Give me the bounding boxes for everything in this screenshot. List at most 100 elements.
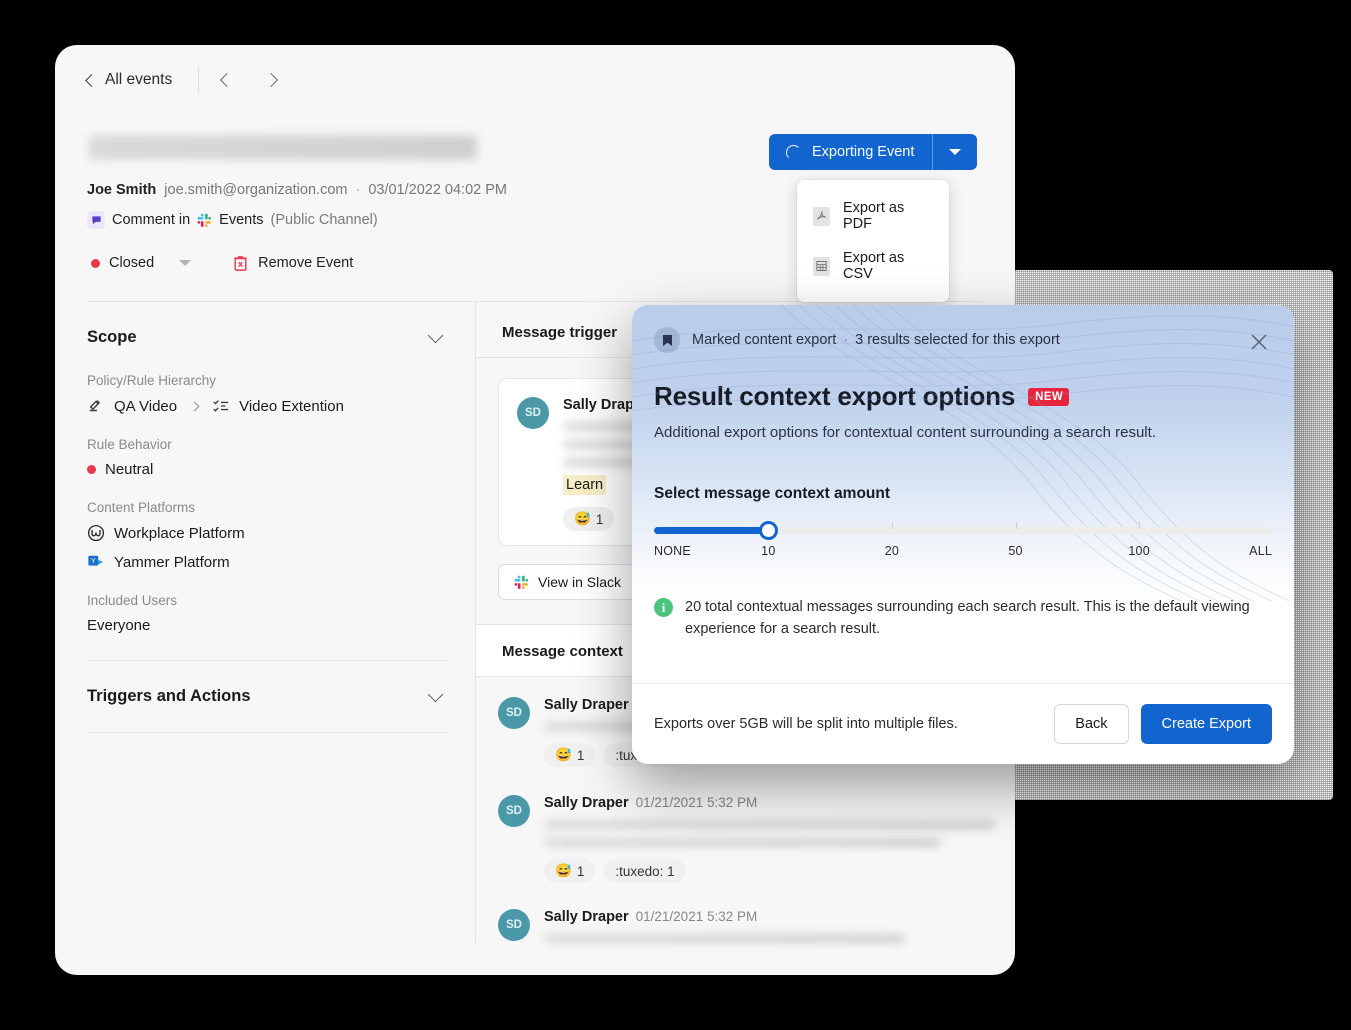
view-in-slack-label: View in Slack [538,574,622,590]
caret-down-icon [949,149,962,155]
avatar: SD [498,909,530,941]
exporting-event-label: Exporting Event [812,144,915,160]
message-author: Sally Draper 01/21/2021 5:32 PM [544,909,995,925]
reaction-count: 1 [595,511,604,527]
slider-thumb[interactable] [758,521,778,540]
info-icon: i [654,598,673,617]
close-icon[interactable] [1248,331,1270,353]
slider-tick [891,522,893,529]
content-platforms-label: Content Platforms [87,500,196,515]
reaction-chip[interactable]: 😅 1 [544,859,596,883]
rule-behavior-dot-icon [87,465,96,474]
eyebrow-label: Marked content export [692,332,837,348]
reaction-chip[interactable]: 😅 1 [544,743,596,767]
chevron-down-icon [179,260,192,266]
rule-behavior-label: Rule Behavior [87,437,172,452]
platform-yammer: Y Yammer Platform [87,553,447,571]
eyebrow-count: 3 results selected for this export [855,332,1060,348]
workplace-icon [87,524,105,542]
triggers-divider [87,732,447,733]
context-info-text: 20 total contextual messages surrounding… [685,599,1250,637]
modal-eyebrow: Marked content export · 3 results selected… [632,305,1294,353]
reaction-count: 1 [576,747,585,763]
author-name: Sally Draper [544,909,629,925]
back-to-all-events-link[interactable]: All events [85,71,173,89]
message-body-redacted [544,934,905,943]
topbar: All events [55,45,1015,101]
context-amount-slider[interactable]: NONE 10 20 50 100 ALL [654,521,1272,560]
menu-item-export-csv[interactable]: Export as CSV [797,241,949,291]
author-email: joe.smith@organization.com [164,182,348,198]
message-body-redacted [544,820,995,829]
view-in-slack-button[interactable]: View in Slack [498,564,638,600]
reaction-chip[interactable]: :tuxedo: 1 [604,859,686,883]
prev-record-button[interactable] [219,72,235,88]
policy-parent[interactable]: QA Video [114,398,177,415]
avatar: SD [517,397,549,429]
scope-section-header[interactable]: Scope [87,302,447,351]
rule-behavior-text: Neutral [105,461,154,478]
platform-workplace: Workplace Platform [87,524,447,542]
slider-tick-label: ALL [1249,544,1272,558]
slider-tick [1015,522,1017,529]
policy-icon [87,397,105,415]
slider-track[interactable] [654,521,1272,540]
message-author: Sally Draper 01/21/2021 5:32 PM [544,795,995,811]
slack-icon [197,213,212,228]
message-timestamp: 01/21/2021 5:32 PM [635,795,758,810]
trash-icon [233,255,248,271]
triggers-section-header[interactable]: Triggers and Actions [87,661,447,710]
reaction-emoji: 😅 [555,863,572,878]
channel-prefix: Comment in [112,212,191,228]
modal-hero: Marked content export · 3 results selected… [632,305,1294,637]
author-name: Joe Smith [87,182,157,198]
svg-text:Y: Y [91,556,96,565]
menu-item-export-pdf-label: Export as PDF [843,200,905,232]
reaction-count: 1 [576,863,585,879]
rule-icon [212,397,230,415]
status-label: Closed [109,255,155,271]
event-title-redacted [89,135,477,160]
included-users-label: Included Users [87,593,178,608]
scope-column: Scope Policy/Rule Hierarchy QA Video Vid… [55,302,475,943]
export-dropdown-toggle[interactable] [933,134,977,170]
context-message-row: SD Sally Draper 01/21/2021 5:32 PM 😅 1 :tu… [476,767,1015,883]
pdf-file-icon [813,206,830,226]
record-nav [219,72,279,88]
reaction-chip[interactable]: 😅 1 [563,507,615,531]
menu-item-export-pdf[interactable]: Export as PDF [797,191,949,241]
slider-tick-label: NONE [654,544,691,558]
modal-title: Result context export options [654,381,1016,411]
policy-hierarchy-value: QA Video Video Extention [87,397,447,415]
back-button[interactable]: Back [1054,704,1129,744]
status-dropdown[interactable]: Closed [91,255,192,271]
screen: All events Joe Smith joe.smith@organizat… [0,0,1351,1030]
slack-icon [514,575,529,590]
context-message-row: SD Sally Draper 01/21/2021 5:32 PM [476,883,1015,943]
exporting-event-button[interactable]: Exporting Event [769,134,978,170]
create-export-button[interactable]: Create Export [1140,704,1272,744]
slider-tick-label: 20 [884,544,900,558]
message-body-redacted [544,838,941,847]
topbar-divider [198,67,200,93]
platform-workplace-label: Workplace Platform [114,524,245,542]
next-record-button[interactable] [263,72,279,88]
modal-footer: Exports over 5GB will be split into mult… [632,683,1294,764]
channel-name: Events [219,212,264,228]
footer-note: Exports over 5GB will be split into mult… [654,716,958,732]
modal-title-row: Result context export options NEW [632,353,1294,412]
eyebrow-separator: · [843,332,849,348]
bookmark-icon [654,327,680,353]
export-options-modal: Marked content export · 3 results selected… [632,305,1294,764]
reaction-emoji: 😅 [574,511,591,526]
remove-event-button[interactable]: Remove Event [233,255,353,271]
back-label: All events [105,71,173,88]
chevron-down-icon [427,327,444,344]
export-menu: Export as PDF Export as CSV [797,180,949,302]
chevron-right-icon [189,401,200,411]
chevron-down-icon [427,686,444,703]
message-timestamp: 01/21/2021 5:32 PM [635,909,758,924]
policy-child[interactable]: Video Extention [239,398,344,415]
chevron-left-icon [220,72,235,88]
rule-behavior-value: Neutral [87,461,447,478]
